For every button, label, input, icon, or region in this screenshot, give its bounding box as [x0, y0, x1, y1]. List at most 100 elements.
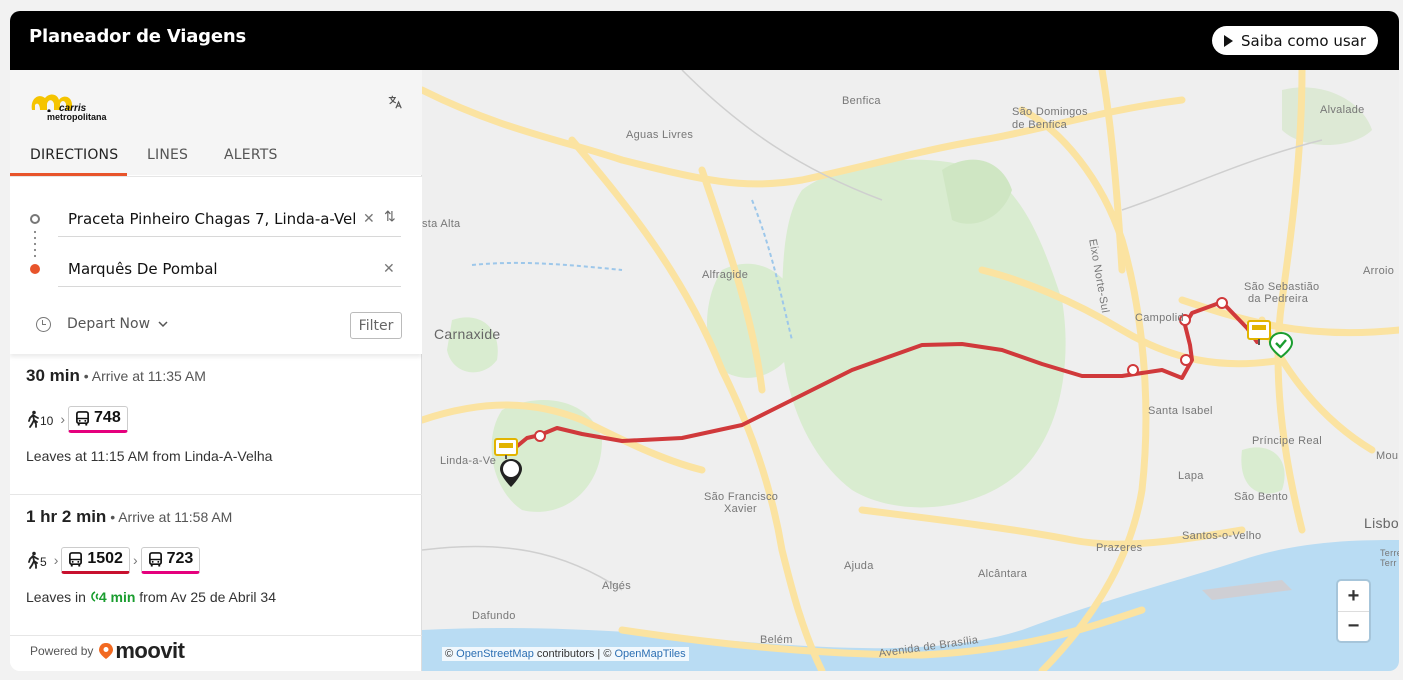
- result-arrival: • Arrive at 11:35 AM: [83, 368, 206, 384]
- map-label: Santa Isabel: [1148, 405, 1213, 417]
- powered-by-label: Powered by: [30, 644, 94, 658]
- walk-minutes: 5: [40, 555, 47, 569]
- result-duration: 1 hr 2 min: [26, 507, 107, 526]
- carris-logo: carris metropolitana: [29, 90, 129, 124]
- result-item[interactable]: 30 min • Arrive at 11:35 AM 10 › 748 Lea: [10, 354, 422, 495]
- clock-icon: [36, 316, 51, 332]
- logo-metropolitana-text: metropolitana: [47, 112, 107, 122]
- zoom-in-button[interactable]: +: [1338, 581, 1369, 611]
- destination-field: ✕: [58, 251, 401, 287]
- translate-icon[interactable]: [386, 94, 404, 112]
- map-label: Carnaxide: [434, 326, 501, 342]
- result-header: 30 min • Arrive at 11:35 AM: [26, 366, 206, 386]
- how-to-use-button[interactable]: Saiba como usar: [1212, 26, 1378, 55]
- tab-alerts[interactable]: ALERTS: [224, 147, 278, 163]
- map-label: Prazeres: [1096, 542, 1143, 554]
- map-label: Príncipe Real: [1252, 435, 1322, 447]
- map-label: sta Alta: [422, 218, 461, 230]
- route-dots-divider: [34, 229, 36, 259]
- map-label: Lapa: [1178, 470, 1204, 482]
- zoom-out-button[interactable]: −: [1338, 611, 1369, 641]
- map-label: Belém: [760, 634, 793, 646]
- walk-minutes: 10: [40, 414, 54, 428]
- walk-icon: [28, 410, 39, 428]
- trip-planner-form: ✕ ⇅ ✕ Depart Now Filter: [10, 176, 422, 354]
- origin-pin-icon: [500, 459, 522, 487]
- realtime-minutes: 4 min: [98, 589, 136, 605]
- result-departure-info: Leaves at 11:15 AM from Linda-A-Velha: [26, 448, 272, 464]
- chevron-down-icon: [158, 321, 168, 328]
- map-label: Terre: [1380, 548, 1399, 558]
- map-label: Ajuda: [844, 560, 874, 572]
- bus-line-badge: 723: [140, 546, 201, 574]
- how-to-use-label: Saiba como usar: [1240, 31, 1367, 50]
- bus-icon: [76, 410, 89, 426]
- map-label: da Pedreira: [1248, 293, 1309, 305]
- leaves-text: Leaves in: [26, 589, 90, 605]
- walk-icon: [28, 551, 39, 569]
- map-label: Benfica: [842, 95, 881, 107]
- bus-line-number: 723: [166, 550, 194, 567]
- brand-header: carris metropolitana DIRECTIONS LINES AL…: [10, 70, 422, 176]
- result-arrival: • Arrive at 11:58 AM: [110, 509, 233, 525]
- realtime-signal-icon: [91, 591, 99, 602]
- result-item[interactable]: 1 hr 2 min • Arrive at 11:58 AM 5 › 1502…: [10, 495, 422, 636]
- walk-leg: 10: [26, 410, 53, 428]
- page-title: Planeador de Viagens: [29, 26, 246, 47]
- leaves-text: Leaves at 11:15 AM from Linda-A-Velha: [26, 448, 273, 464]
- bus-icon: [148, 551, 162, 567]
- destination-input[interactable]: [68, 257, 358, 281]
- map-label: Xavier: [724, 503, 757, 515]
- map-label: Aguas Livres: [626, 129, 694, 141]
- depart-time-selector[interactable]: Depart Now: [36, 316, 168, 332]
- origin-input[interactable]: [68, 207, 358, 231]
- clear-destination-icon[interactable]: ✕: [383, 260, 395, 277]
- top-bar: Planeador de Viagens Saiba como usar: [10, 11, 1399, 70]
- map-label: Mou: [1376, 450, 1399, 462]
- tab-lines[interactable]: LINES: [147, 147, 188, 163]
- zoom-controls: + −: [1338, 581, 1369, 641]
- result-legs: 10 › 748: [26, 405, 128, 433]
- moovit-logo[interactable]: moovit: [99, 638, 185, 664]
- map-label: Alfragide: [702, 269, 749, 281]
- origin-field: ✕ ⇅: [58, 201, 401, 237]
- map-base-layer: [422, 70, 1399, 671]
- sidebar: carris metropolitana DIRECTIONS LINES AL…: [10, 70, 422, 671]
- result-departure-info: Leaves in 4 min from Av 25 de Abril 34: [26, 589, 276, 605]
- map-label: Santos-o-Velho: [1182, 530, 1262, 542]
- openstreetmap-link[interactable]: OpenStreetMap: [456, 648, 534, 660]
- moovit-wordmark: moovit: [115, 638, 185, 663]
- map-attribution: © OpenStreetMap contributors | © OpenMap…: [442, 647, 689, 661]
- map-label: Dafundo: [472, 610, 516, 622]
- play-icon: [1223, 34, 1233, 47]
- map-label: Campolid: [1135, 312, 1184, 324]
- openmaptiles-link[interactable]: OpenMapTiles: [615, 648, 686, 660]
- map-label: Alvalade: [1320, 104, 1365, 116]
- moovit-pin-icon: [99, 643, 114, 659]
- bus-line-badge: 748: [68, 405, 128, 433]
- chevron-right-icon: ›: [60, 411, 66, 427]
- destination-marker-icon: [30, 264, 40, 274]
- map-label: São Bento: [1234, 491, 1289, 503]
- leaves-suffix: from Av 25 de Abril 34: [135, 589, 277, 605]
- map-label: São Sebastião: [1244, 281, 1320, 293]
- depart-label: Depart Now: [67, 316, 151, 332]
- map-label: Algés: [602, 580, 632, 592]
- bus-line-number: 1502: [87, 550, 123, 567]
- tab-directions[interactable]: DIRECTIONS: [30, 147, 118, 163]
- trip-planner-app: Planeador de Viagens Saiba como usar car…: [10, 11, 1399, 671]
- chevron-right-icon: ›: [132, 552, 138, 568]
- bus-line-badge: 1502: [61, 546, 130, 574]
- result-duration: 30 min: [26, 366, 80, 385]
- swap-icon[interactable]: ⇅: [384, 208, 396, 225]
- tab-bar: DIRECTIONS LINES ALERTS: [10, 140, 422, 176]
- destination-check-pin-icon: [1269, 332, 1293, 358]
- map-label: Alcântara: [978, 568, 1028, 580]
- map-label: de Benfica: [1012, 119, 1067, 131]
- copyright-icon: ©: [445, 648, 454, 660]
- clear-origin-icon[interactable]: ✕: [363, 210, 375, 227]
- result-header: 1 hr 2 min • Arrive at 11:58 AM: [26, 507, 232, 527]
- map-view[interactable]: Benfica São Domingos de Benfica Aguas Li…: [422, 70, 1399, 671]
- filter-button[interactable]: Filter: [350, 312, 402, 339]
- map-label: Linda-a-Ve: [440, 455, 497, 467]
